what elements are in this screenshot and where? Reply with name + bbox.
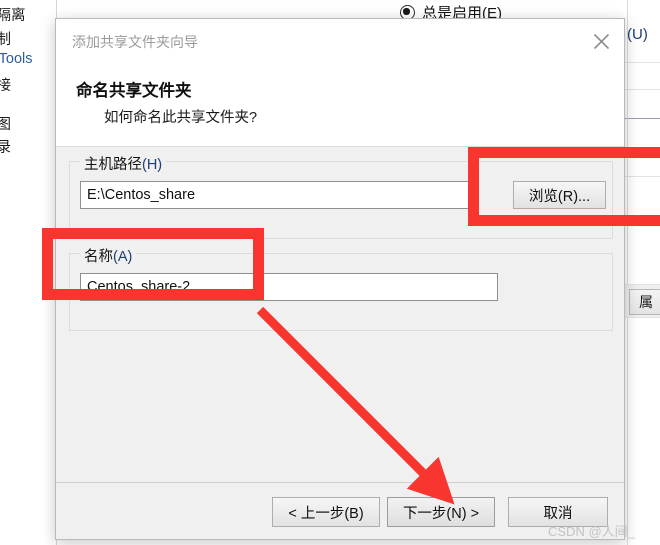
background-accel-label: (U) (627, 26, 648, 43)
background-settings-list: 几隔离 控制 re Tools 连接 观图 登录 (0, 0, 57, 545)
background-divider-1 (625, 62, 660, 63)
dialog-title: 添加共享文件夹向导 (72, 34, 198, 50)
background-divider-4 (625, 176, 660, 177)
background-vertical-divider (627, 0, 628, 545)
share-name-input[interactable] (80, 273, 498, 301)
host-path-label-accel: (H) (142, 157, 163, 173)
host-path-input[interactable] (80, 181, 477, 209)
bg-list-item-0[interactable]: 几隔离 (0, 4, 26, 25)
background-button-group: 属 (624, 284, 660, 318)
add-shared-folder-wizard-dialog: 添加共享文件夹向导 命名共享文件夹 如何命名此共享文件夹? 主机路径(H) 浏览… (55, 18, 625, 540)
name-label-accel: (A) (113, 249, 133, 265)
bg-list-item-2[interactable]: re Tools (0, 51, 33, 67)
close-icon[interactable] (578, 19, 624, 63)
host-path-label: 主机路径(H) (80, 153, 167, 174)
bg-list-item-3[interactable]: 连接 (0, 74, 11, 95)
background-divider-3 (625, 118, 660, 120)
browse-button[interactable]: 浏览(R)... (513, 181, 606, 209)
name-groupbox: 名称(A) (69, 245, 613, 331)
name-label: 名称(A) (80, 245, 137, 266)
dialog-body: 主机路径(H) 浏览(R)... 名称(A) (56, 147, 624, 483)
next-button[interactable]: 下一步(N) > (387, 497, 495, 527)
dialog-header: 命名共享文件夹 如何命名此共享文件夹? (56, 63, 624, 147)
dialog-titlebar: 添加共享文件夹向导 (56, 19, 624, 63)
back-button[interactable]: < 上一步(B) (272, 497, 380, 527)
cancel-button[interactable]: 取消 (508, 497, 608, 527)
page-subtitle: 如何命名此共享文件夹? (104, 110, 258, 126)
host-path-groupbox: 主机路径(H) 浏览(R)... (69, 153, 613, 239)
dialog-footer: < 上一步(B) 下一步(N) > 取消 (56, 482, 624, 539)
page-title: 命名共享文件夹 (76, 82, 192, 100)
host-path-label-text: 主机路径 (84, 157, 142, 173)
bg-list-item-4[interactable]: 观图 (0, 113, 11, 134)
background-properties-button[interactable]: 属 (629, 289, 660, 315)
background-divider-2 (625, 89, 660, 90)
bg-list-item-1[interactable]: 控制 (0, 28, 11, 49)
name-label-text: 名称 (84, 249, 113, 265)
bg-list-item-5[interactable]: 登录 (0, 136, 11, 157)
